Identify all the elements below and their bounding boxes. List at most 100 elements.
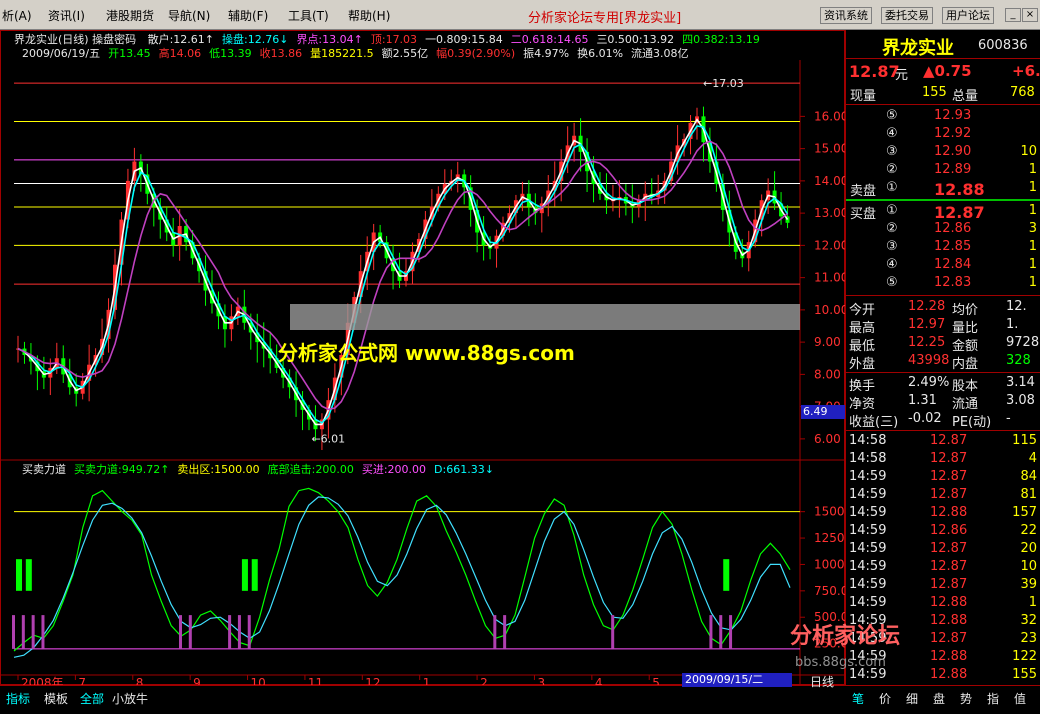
side-tab[interactable]: 细 (906, 690, 918, 707)
sub-y-tick-label: 1000.00 (814, 557, 845, 571)
stat-label: 内盘 (952, 357, 979, 372)
price-unit: 元 (895, 68, 909, 83)
level-volume: 1 (1028, 257, 1037, 272)
period-label[interactable]: 日线 (810, 673, 834, 690)
tick-row: 14:58 12.87 4 (846, 451, 1040, 469)
forum-button[interactable]: 用户论坛 (942, 7, 994, 24)
buy-signal-bar (709, 615, 713, 649)
divider (846, 372, 1040, 373)
volume-row: 现量 155 总量 768 (846, 85, 1040, 104)
level-price: 12.93 (934, 108, 972, 123)
side-tab[interactable]: 值 (1014, 690, 1026, 707)
trade-button[interactable]: 委托交易 (881, 7, 933, 24)
buy-signal-bar (503, 615, 507, 649)
stat-value: 328 (1006, 353, 1031, 368)
minimize-icon[interactable]: _ (1005, 8, 1021, 22)
level-volume: 1 (1028, 162, 1037, 177)
stat-value: 12.28 (908, 299, 946, 314)
menu-help[interactable]: 帮助(H) (348, 7, 390, 24)
stat-label: 收益(三) (849, 415, 899, 430)
stat-value: 12.25 (908, 335, 946, 350)
tick-volume: 157 (1012, 505, 1037, 520)
tick-volume: 1 (1028, 595, 1037, 610)
volume-total: 768 (1010, 85, 1035, 100)
tick-volume: 32 (1020, 613, 1037, 628)
level-volume: 1 (1028, 203, 1037, 218)
x-tick-label: 10 (251, 676, 266, 685)
divider (846, 430, 1040, 431)
watermark-center: 分析家公式网 www.88gs.com (278, 341, 575, 365)
menu-auxiliary[interactable]: 辅助(F) (228, 7, 268, 24)
stat-value: 2.49% (908, 375, 950, 390)
tab-xiaofangniu[interactable]: 小放牛 (112, 690, 148, 707)
close-icon[interactable]: × (1022, 8, 1038, 22)
ask-row: ② 12.89 1 (846, 162, 1040, 180)
tab-indicator[interactable]: 指标 (6, 690, 30, 707)
sub-series-line (13, 487, 791, 652)
x-tick-label: 4 (595, 676, 603, 685)
buy-signal-bar (12, 615, 15, 649)
stat-label: 外盘 (849, 357, 876, 372)
tick-row: 14:59 12.87 10 (846, 559, 1040, 577)
level-volume: 1 (1028, 275, 1037, 290)
tick-time: 14:59 (849, 469, 887, 484)
sub-series-line (13, 496, 791, 658)
stat-label: 金额 (952, 339, 979, 354)
tick-time: 14:59 (849, 541, 887, 556)
buy-signal-bar (493, 615, 497, 649)
indicator-value: 四0.382:13.19 (682, 33, 760, 46)
menu-news[interactable]: 资讯(I) (48, 7, 85, 24)
tick-price: 12.87 (930, 577, 968, 592)
stat-row: 外盘 43998 内盘 328 (846, 353, 1040, 372)
tab-all[interactable]: 全部 (80, 690, 104, 707)
bid-row: ① 12.87 1 买盘 (846, 203, 1040, 222)
volume-now-label: 现量 (850, 89, 877, 104)
ohlc-value: 低13.39 (209, 47, 252, 60)
sub-indicator-value: D:661.33↓ (434, 463, 494, 476)
level-label: ① (886, 203, 898, 218)
buy-signal-bar (21, 615, 25, 649)
level-price: 12.84 (934, 257, 972, 272)
menu-navigation[interactable]: 导航(N) (168, 7, 210, 24)
news-system-button[interactable]: 资讯系统 (820, 7, 872, 24)
side-tab[interactable]: 指 (987, 690, 999, 707)
menu-analysis[interactable]: 析(A) (2, 7, 32, 24)
sub-indicator-value: 买卖力道:949.72↑ (74, 463, 170, 476)
side-tab[interactable]: 盘 (933, 690, 945, 707)
side-tab[interactable]: 势 (960, 690, 972, 707)
level-price: 12.92 (934, 126, 972, 141)
level-volume: 1 (1028, 180, 1037, 195)
sub-y-tick-label: 1500.00 (814, 505, 845, 519)
buy-signal-bar (247, 615, 251, 649)
buy-signal-bar (611, 615, 615, 649)
watermark-corner: 分析家论坛 (790, 624, 901, 649)
sub-y-tick-label: 750.00 (814, 584, 845, 598)
stat-row: 最低 12.25 金额 9728 (846, 335, 1040, 354)
ask-row: ④ 12.92 (846, 126, 1040, 144)
x-tick-label: 2 (480, 676, 488, 685)
tick-volume: 4 (1028, 451, 1037, 466)
watermark-url: bbs.88gs.com (795, 655, 886, 670)
menu-tools[interactable]: 工具(T) (288, 7, 329, 24)
stat-label: 量比 (952, 321, 979, 336)
ohlc-value: 量185221.5 (310, 47, 374, 60)
menu-bar: 析(A) 资讯(I) 港股期货 导航(N) 辅助(F) 工具(T) 帮助(H) … (0, 0, 1040, 30)
bid-row: ③ 12.85 1 (846, 239, 1040, 257)
stat-value: 3.08 (1006, 393, 1035, 408)
y-tick-label: 10.00 (814, 303, 845, 317)
bid-row: ④ 12.84 1 (846, 257, 1040, 275)
tick-row: 14:59 12.88 1 (846, 595, 1040, 613)
level-price: 12.86 (934, 221, 972, 236)
side-tab[interactable]: 价 (879, 690, 891, 707)
bottom-signal-bar (723, 559, 730, 591)
buy-signal-bar (41, 615, 45, 649)
x-tick-label: 8 (136, 676, 144, 685)
tick-volume: 84 (1020, 469, 1037, 484)
y-tick-label: 15.00 (814, 142, 845, 156)
side-tab[interactable]: 笔 (852, 690, 864, 707)
tick-price: 12.87 (930, 541, 968, 556)
menu-hk-futures[interactable]: 港股期货 (106, 7, 154, 24)
book-divider (846, 199, 1040, 201)
tab-template[interactable]: 模板 (44, 690, 68, 707)
y-tick-label: 16.00 (814, 109, 845, 123)
